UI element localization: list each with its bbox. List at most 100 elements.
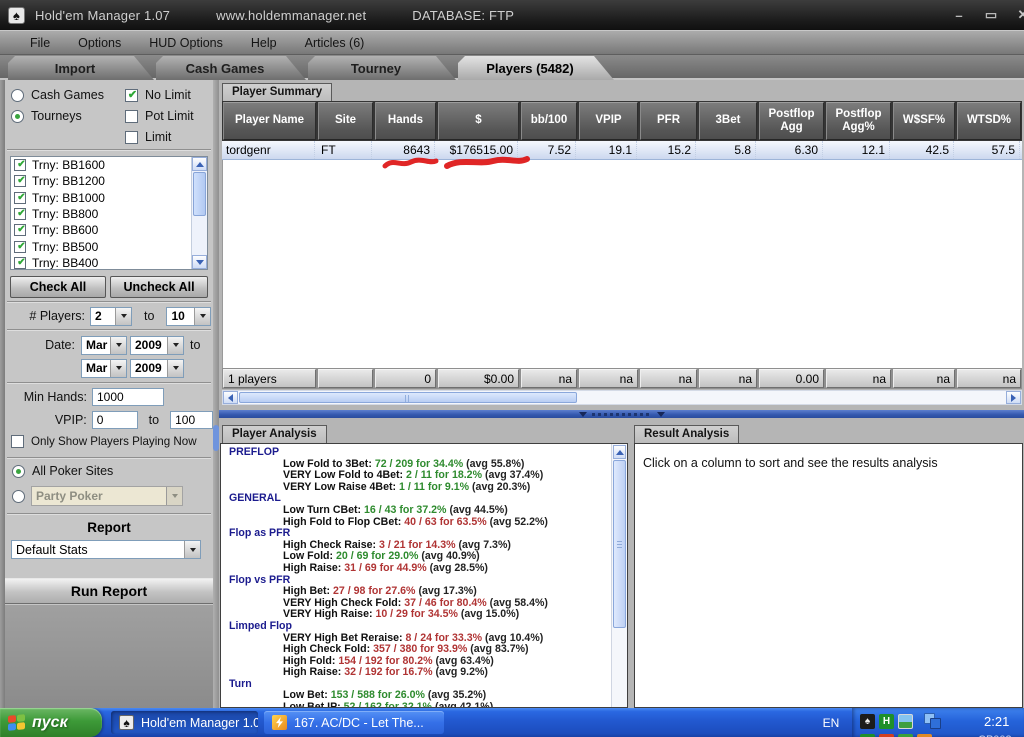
player-summary-tab[interactable]: Player Summary bbox=[222, 83, 332, 101]
pot-limit-checkbox[interactable]: Pot Limit bbox=[125, 109, 194, 123]
chevron-down-icon[interactable] bbox=[167, 337, 183, 354]
tourneys-radio[interactable]: Tourneys bbox=[11, 109, 82, 123]
scroll-thumb[interactable] bbox=[613, 460, 626, 628]
column-header[interactable]: bb/100 bbox=[521, 102, 577, 140]
main-tab[interactable]: Players (5482) bbox=[458, 56, 614, 80]
column-header[interactable]: Postflop Agg% bbox=[826, 102, 891, 140]
divider bbox=[7, 329, 211, 331]
scroll-thumb[interactable] bbox=[239, 392, 577, 403]
main-tab[interactable]: Cash Games bbox=[156, 56, 306, 80]
scroll-down-icon[interactable] bbox=[192, 255, 207, 269]
stake-list-item[interactable]: Trny: BB1600 bbox=[11, 157, 191, 173]
chevron-down-icon[interactable] bbox=[167, 360, 183, 377]
close-button[interactable]: ✕ bbox=[1014, 7, 1024, 23]
taskbar-task-winamp[interactable]: 167. AC/DC - Let The... bbox=[264, 711, 444, 734]
date-from-year-select[interactable]: 2009 bbox=[130, 336, 184, 355]
stat-label: Low Fold to 3Bet: bbox=[283, 458, 372, 470]
all-sites-radio[interactable]: All Poker Sites bbox=[12, 464, 113, 478]
chevron-down-icon[interactable] bbox=[110, 337, 126, 354]
min-hands-input[interactable]: 1000 bbox=[92, 388, 164, 406]
checkbox-icon bbox=[125, 110, 138, 123]
chevron-down-icon[interactable] bbox=[194, 308, 210, 325]
main-tab[interactable]: Import bbox=[8, 56, 154, 80]
tray-icon[interactable] bbox=[898, 714, 913, 729]
stake-list-item[interactable]: Trny: BB1000 bbox=[11, 190, 191, 206]
players-from-select[interactable]: 2 bbox=[90, 307, 132, 326]
radio-icon bbox=[12, 490, 25, 503]
scroll-right-icon[interactable] bbox=[1006, 391, 1021, 404]
column-header[interactable]: Postflop Agg bbox=[759, 102, 824, 140]
taskbar-task-holdem[interactable]: ♠ Hold'em Manager 1.0... bbox=[111, 711, 258, 734]
chevron-down-icon[interactable] bbox=[115, 308, 131, 325]
menu-item[interactable]: File bbox=[16, 33, 64, 53]
table-row[interactable]: tordgenrFT8643$176515.007.5219.115.25.86… bbox=[222, 141, 1022, 160]
stake-list-item[interactable]: Trny: BB500 bbox=[11, 238, 191, 254]
table-hscrollbar[interactable] bbox=[222, 390, 1022, 405]
menu-item[interactable]: HUD Options bbox=[135, 33, 237, 53]
column-header[interactable]: W$SF% bbox=[893, 102, 955, 140]
column-header[interactable]: VPIP bbox=[579, 102, 638, 140]
scroll-left-icon[interactable] bbox=[223, 391, 238, 404]
menu-item[interactable]: Options bbox=[64, 33, 135, 53]
players-to-select[interactable]: 10 bbox=[166, 307, 211, 326]
column-header[interactable]: Hands bbox=[375, 102, 436, 140]
stake-list-item[interactable]: Trny: BB400 bbox=[11, 255, 191, 269]
collapse-up-icon[interactable] bbox=[579, 412, 587, 417]
column-header[interactable]: 3Bet bbox=[699, 102, 757, 140]
totals-cell: na bbox=[826, 369, 891, 388]
task-label: Hold'em Manager 1.0... bbox=[141, 716, 258, 730]
start-button[interactable]: пуск bbox=[0, 708, 102, 737]
horizontal-splitter[interactable] bbox=[219, 410, 1024, 418]
tray-icon[interactable] bbox=[917, 714, 932, 729]
stake-list-item[interactable]: Trny: BB1200 bbox=[11, 173, 191, 189]
column-header[interactable]: Player Name bbox=[223, 102, 316, 140]
main-tab[interactable]: Tourney bbox=[308, 56, 456, 80]
check-all-button[interactable]: Check All bbox=[10, 276, 106, 298]
language-indicator[interactable]: EN bbox=[812, 708, 850, 737]
cash-games-radio[interactable]: Cash Games bbox=[11, 88, 104, 102]
tray-icon[interactable]: ♠ bbox=[860, 714, 875, 729]
scroll-up-icon[interactable] bbox=[192, 157, 207, 171]
uncheck-all-button[interactable]: Uncheck All bbox=[110, 276, 208, 298]
minimize-button[interactable]: – bbox=[950, 8, 968, 23]
menu-item[interactable]: Articles (6) bbox=[291, 33, 379, 53]
analysis-section: Flop as PFR High Check Raise: 3 / 21 for… bbox=[229, 528, 611, 574]
summary-totals-row: 1 players0$0.00nananana0.00nanana bbox=[222, 368, 1022, 389]
run-report-button[interactable]: Run Report bbox=[5, 578, 213, 604]
column-header[interactable]: PFR bbox=[640, 102, 697, 140]
column-header[interactable]: WTSD% bbox=[957, 102, 1021, 140]
tray-icon[interactable]: H bbox=[879, 714, 894, 729]
stakes-scrollbar[interactable] bbox=[191, 157, 207, 269]
collapse-down-icon[interactable] bbox=[657, 412, 665, 417]
chevron-down-icon[interactable] bbox=[184, 541, 200, 558]
single-site-radio[interactable]: Party Poker bbox=[12, 486, 183, 506]
stat-label: VERY High Check Fold: bbox=[283, 597, 401, 609]
limit-checkbox[interactable]: Limit bbox=[125, 130, 171, 144]
vpip-to-input[interactable]: 100 bbox=[170, 411, 213, 429]
totals-cell: 0.00 bbox=[759, 369, 824, 388]
stake-list-item[interactable]: Trny: BB800 bbox=[11, 206, 191, 222]
chevron-down-icon[interactable] bbox=[110, 360, 126, 377]
taskbar-clock[interactable]: 2:21 bbox=[984, 714, 1009, 729]
date-from-month-select[interactable]: Mar bbox=[81, 336, 127, 355]
date-to-month-select[interactable]: Mar bbox=[81, 359, 127, 378]
scroll-thumb[interactable] bbox=[193, 172, 206, 216]
date-to-year-select[interactable]: 2009 bbox=[130, 359, 184, 378]
player-analysis-tab[interactable]: Player Analysis bbox=[222, 425, 327, 443]
stat-average: (avg 35.2%) bbox=[428, 689, 486, 701]
column-header[interactable]: $ bbox=[438, 102, 519, 140]
result-analysis-tab[interactable]: Result Analysis bbox=[634, 425, 739, 443]
scroll-up-icon[interactable] bbox=[613, 445, 626, 459]
stat-average: (avg 7.3%) bbox=[459, 539, 511, 551]
maximize-button[interactable]: ▭ bbox=[982, 7, 1000, 23]
vpip-from-input[interactable]: 0 bbox=[92, 411, 138, 429]
only-playing-checkbox[interactable]: Only Show Players Playing Now bbox=[11, 435, 197, 448]
menu-item[interactable]: Help bbox=[237, 33, 291, 53]
analysis-scrollbar[interactable] bbox=[611, 444, 627, 707]
report-select[interactable]: Default Stats bbox=[11, 540, 201, 559]
stat-label: Low Bet: bbox=[283, 689, 328, 701]
no-limit-checkbox[interactable]: No Limit bbox=[125, 88, 191, 102]
stake-list-item[interactable]: Trny: BB600 bbox=[11, 222, 191, 238]
scroll-track[interactable] bbox=[192, 217, 207, 255]
column-header[interactable]: Site bbox=[318, 102, 373, 140]
